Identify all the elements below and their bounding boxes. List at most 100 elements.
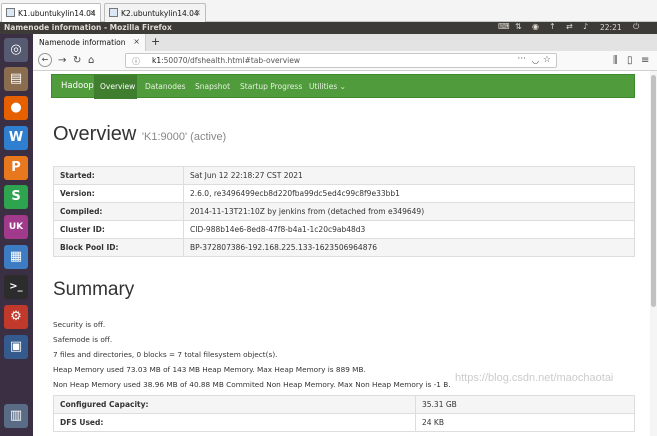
non-heap-memory: Non Heap Memory used 38.96 MB of 40.88 M… — [53, 380, 451, 389]
reload-icon[interactable]: ↻ — [73, 54, 81, 67]
table-row: Configured Capacity: 35.31 GB — [53, 395, 635, 414]
browser-tab-bar: Namenode information × + — [33, 34, 657, 51]
page-actions-icon[interactable]: ··· — [517, 54, 526, 64]
files-glyph: ▤ — [9, 71, 23, 86]
url-path: :50070/dfshealth.html#tab-overview — [161, 56, 300, 65]
remote-desktop-icon[interactable]: ▣ — [4, 335, 28, 359]
close-icon[interactable]: × — [194, 8, 201, 17]
browser-tab-title: Namenode information — [39, 38, 126, 47]
row-value: BP-372807386-192.168.225.133-16235069648… — [183, 238, 635, 257]
workspace-switcher-icon[interactable]: ▥ — [4, 404, 28, 428]
filesystem-objects: 7 files and directories, 0 blocks = 7 to… — [53, 350, 278, 359]
row-key: Version: — [53, 184, 184, 203]
firefox-glyph: ● — [10, 100, 22, 115]
table-row: Cluster ID: CID-988b14e6-8ed8-47f8-b4a1-1… — [53, 220, 635, 239]
firefox-icon[interactable]: ● — [4, 96, 28, 120]
os-top-panel: Namenode information - Mozilla Firefox ⌨… — [0, 22, 657, 34]
terminal-glyph: >_ — [9, 281, 23, 292]
row-value: 2.6.0, re3496499ecb8d220fba99dc5ed4c99c8… — [183, 184, 635, 203]
bookmark-star-icon[interactable]: ☆ — [543, 55, 551, 65]
library-icon[interactable]: ⫼ — [613, 54, 618, 67]
site-info-icon[interactable]: ⓘ — [132, 56, 140, 67]
url-text: k1:50070/dfshealth.html#tab-overview — [152, 56, 300, 65]
kylin-software-center-icon[interactable]: UK — [4, 215, 28, 239]
tab-startup-progress[interactable]: Startup Progress — [240, 75, 302, 99]
kylin-software-center-glyph: UK — [8, 222, 24, 232]
row-value: 2014-11-13T21:10Z by jenkins from (detac… — [183, 202, 635, 221]
table-row: Version: 2.6.0, re3496499ecb8d220fba99dc5… — [53, 184, 635, 203]
forward-icon[interactable]: → — [58, 54, 66, 67]
row-value: Sat Jun 12 22:18:27 CST 2021 — [183, 166, 635, 185]
row-key: Configured Capacity: — [53, 395, 416, 414]
vm-tab-bar: K1.ubuntukylin14.04 × K2.ubuntukylin14.0… — [0, 0, 657, 22]
tab-overview[interactable]: Overview — [94, 75, 137, 99]
wps-presentation-glyph: P — [11, 160, 21, 175]
new-tab-icon[interactable]: + — [151, 35, 160, 48]
network-icon[interactable]: ⇅ — [515, 22, 522, 31]
scrollbar-thumb[interactable] — [651, 75, 656, 307]
app-indicator-icon[interactable]: ◉ — [532, 22, 539, 31]
summary-heading: Summary — [53, 279, 135, 300]
wps-writer-icon[interactable]: W — [4, 126, 28, 150]
table-row: Block Pool ID: BP-372807386-192.168.225.1… — [53, 238, 635, 257]
vm-tab-label: K1.ubuntukylin14.04 — [18, 9, 96, 18]
input-method-icon[interactable]: ⌨ — [498, 22, 510, 31]
row-value: 24 KB — [415, 413, 635, 432]
system-monitor-icon[interactable]: ▦ — [4, 245, 28, 269]
window-title: Namenode information - Mozilla Firefox — [4, 23, 172, 32]
vm-tab-k2[interactable]: K2.ubuntukylin14.04 × — [104, 3, 206, 22]
tab-datanodes[interactable]: Datanodes — [145, 75, 186, 99]
heap-memory: Heap Memory used 73.03 MB of 143 MB Heap… — [53, 365, 366, 374]
pocket-icon[interactable]: ◡ — [532, 56, 539, 65]
row-value: CID-988b14e6-8ed8-47f8-b4a1-1c20c9ab48d3 — [183, 220, 635, 239]
workspace-switcher-glyph: ▥ — [9, 408, 23, 423]
overview-table: Started: Sat Jun 12 22:18:27 CST 2021 Ver… — [53, 166, 635, 257]
remote-desktop-glyph: ▣ — [9, 339, 23, 354]
files-icon[interactable]: ▤ — [4, 67, 28, 91]
update-icon[interactable]: ↑ — [549, 22, 556, 31]
vm-tab-k1[interactable]: K1.ubuntukylin14.04 × — [1, 3, 101, 22]
browser-tab-namenode[interactable]: Namenode information × — [33, 34, 146, 51]
dash-icon[interactable]: ◎ — [4, 38, 28, 62]
back-icon[interactable]: ← — [38, 53, 52, 67]
table-row: DFS Used: 24 KB — [53, 413, 635, 432]
navigation-toolbar: ← → ↻ ⌂ ⓘ k1:50070/dfshealth.html#tab-ov… — [33, 51, 657, 71]
row-value: 35.31 GB — [415, 395, 635, 414]
wps-spreadsheet-icon[interactable]: S — [4, 185, 28, 209]
close-icon[interactable]: × — [133, 37, 140, 46]
terminal-icon[interactable]: >_ — [4, 275, 28, 299]
system-settings-icon[interactable]: ⚙ — [4, 305, 28, 329]
vm-tab-label: K2.ubuntukylin14.04 — [121, 9, 199, 18]
watermark: https://blog.csdn.net/maochaotai — [455, 372, 614, 384]
menu-icon[interactable]: ≡ — [641, 54, 649, 67]
hadoop-navbar: Hadoop Overview Datanodes Snapshot Start… — [51, 74, 635, 99]
wps-writer-glyph: W — [8, 130, 24, 145]
vm-icon — [109, 8, 118, 17]
row-key: Compiled: — [53, 202, 184, 221]
url-bar[interactable]: ⓘ k1:50070/dfshealth.html#tab-overview ·… — [125, 53, 557, 68]
table-row: Compiled: 2014-11-13T21:10Z by jenkins fr… — [53, 202, 635, 221]
close-icon[interactable]: × — [89, 8, 96, 17]
dash-glyph: ◎ — [10, 42, 22, 57]
volume-icon[interactable]: ♪ — [583, 22, 588, 31]
page-scrollbar[interactable] — [650, 71, 657, 436]
home-icon[interactable]: ⌂ — [88, 54, 94, 67]
wps-presentation-icon[interactable]: P — [4, 156, 28, 180]
hadoop-brand[interactable]: Hadoop — [61, 81, 94, 91]
vm-icon — [6, 8, 15, 17]
row-key: Cluster ID: — [53, 220, 184, 239]
wps-spreadsheet-glyph: S — [11, 189, 21, 204]
unity-launcher: ◎ ▤ ● W P S UK ▦ >_ ⚙ ▣ ▥ — [0, 34, 33, 436]
sidebar-icon[interactable]: ▯ — [627, 54, 633, 67]
row-key: DFS Used: — [53, 413, 416, 432]
tab-utilities[interactable]: Utilities ⌄ — [309, 75, 346, 99]
power-icon[interactable]: ⏻ — [633, 22, 639, 32]
capacity-table: Configured Capacity: 35.31 GB DFS Used: 24… — [53, 395, 635, 432]
overview-title: Overview — [53, 123, 137, 145]
url-host: k1 — [152, 56, 162, 65]
clock[interactable]: 22:21 — [600, 23, 622, 32]
safemode-status: Safemode is off. — [53, 335, 113, 344]
tab-snapshot[interactable]: Snapshot — [195, 75, 230, 99]
overview-heading: Overview 'K1:9000' (active) — [53, 123, 226, 146]
sync-icon[interactable]: ⇄ — [566, 22, 573, 31]
